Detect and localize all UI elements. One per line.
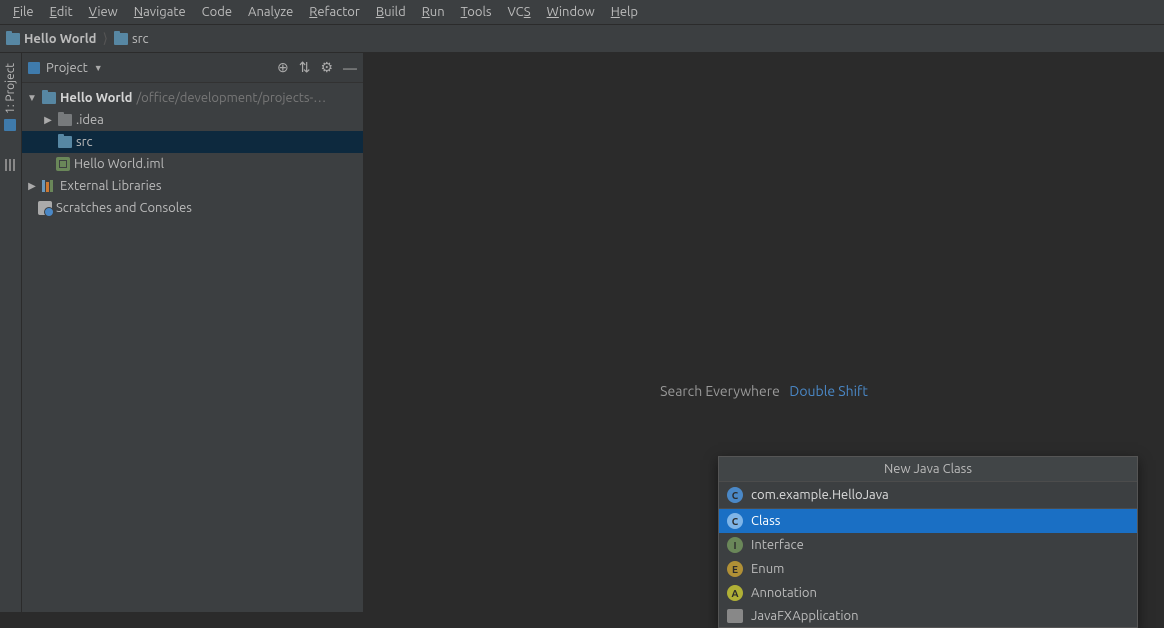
sidebar-header: Project ▼ ⊕ ⇅ ⚙ — [22, 53, 363, 83]
class-badge-icon: C [727, 487, 743, 503]
project-icon [28, 62, 40, 74]
javafx-icon [727, 609, 743, 623]
menu-help[interactable]: Help [604, 2, 645, 22]
expand-icon[interactable] [26, 92, 38, 104]
breadcrumb-folder-label: src [132, 32, 149, 46]
tree-iml[interactable]: Hello World.iml [22, 153, 363, 175]
menu-tools[interactable]: Tools [454, 2, 499, 22]
enum-badge-icon: E [727, 561, 743, 577]
hint-key: Double Shift [789, 383, 867, 399]
popup-item-label: Annotation [751, 586, 817, 600]
locate-icon[interactable]: ⊕ [277, 59, 289, 76]
class-name-input[interactable] [751, 488, 1129, 502]
tree-idea-label: .idea [76, 113, 104, 127]
popup-item-label: JavaFXApplication [751, 609, 859, 623]
breadcrumb-folder[interactable]: src [114, 32, 149, 46]
tree-scratches-label: Scratches and Consoles [56, 201, 192, 215]
menu-build[interactable]: Build [369, 2, 413, 22]
menu-file[interactable]: File [6, 2, 41, 22]
tree-root-label: Hello World [60, 91, 132, 105]
folder-icon [42, 92, 56, 104]
collapse-icon[interactable]: ⇅ [299, 59, 311, 76]
sidebar-title-label: Project [46, 61, 88, 75]
gear-icon[interactable]: ⚙ [320, 59, 333, 76]
scratches-icon [38, 201, 52, 215]
interface-badge-icon: I [727, 537, 743, 553]
popup-input-row: C [719, 482, 1137, 509]
breadcrumb-project-label: Hello World [24, 32, 96, 46]
menu-code[interactable]: Code [195, 2, 239, 22]
menu-navigate[interactable]: Navigate [127, 2, 193, 22]
popup-type-list: C Class I Interface E Enum A Annotation JavaFXAp… [719, 509, 1137, 627]
folder-icon [58, 136, 72, 148]
breadcrumb-sep: ⟩ [102, 30, 107, 47]
project-sidebar: Project ▼ ⊕ ⇅ ⚙ — Hello World /office/de… [22, 53, 364, 612]
tree-scratches[interactable]: Scratches and Consoles [22, 197, 363, 219]
expand-icon[interactable] [42, 114, 54, 126]
chevron-down-icon: ▼ [94, 63, 103, 73]
editor-area: Search Everywhere Double Shift New Java … [364, 53, 1164, 612]
hint-label: Search Everywhere [660, 383, 780, 399]
sidebar-actions: ⊕ ⇅ ⚙ — [277, 59, 357, 76]
new-class-popup: New Java Class C C Class I Interface E Enum AA… [718, 456, 1138, 628]
structure-icon [5, 159, 17, 171]
menubar: FileEditViewNavigateCodeAnalyzeRefactorB… [0, 0, 1164, 25]
gutter-tab-project[interactable]: 1: Project [4, 61, 17, 133]
tree-external-label: External Libraries [60, 179, 162, 193]
tree-external[interactable]: External Libraries [22, 175, 363, 197]
menu-edit[interactable]: Edit [43, 2, 80, 22]
annotation-badge-icon: A [727, 585, 743, 601]
menu-vcs[interactable]: VCS [501, 2, 538, 22]
folder-icon [114, 33, 128, 45]
project-tree: Hello World /office/development/projects… [22, 83, 363, 223]
breadcrumb-project[interactable]: Hello World [6, 32, 96, 46]
tree-idea[interactable]: .idea [22, 109, 363, 131]
popup-item-label: Enum [751, 562, 784, 576]
menu-window[interactable]: Window [540, 2, 602, 22]
menu-run[interactable]: Run [415, 2, 452, 22]
popup-item-enum[interactable]: E Enum [719, 557, 1137, 581]
popup-item-annotation[interactable]: A Annotation [719, 581, 1137, 605]
tree-src[interactable]: ▶ src [22, 131, 363, 153]
popup-title: New Java Class [719, 457, 1137, 482]
search-hint: Search Everywhere Double Shift [660, 383, 868, 399]
tree-iml-label: Hello World.iml [74, 157, 164, 171]
menu-refactor[interactable]: Refactor [302, 2, 367, 22]
left-gutter: 1: Project [0, 53, 22, 612]
popup-item-interface[interactable]: I Interface [719, 533, 1137, 557]
breadcrumb: Hello World ⟩ src [0, 25, 1164, 53]
hide-icon[interactable]: — [343, 60, 357, 76]
menu-view[interactable]: View [82, 2, 125, 22]
module-icon [56, 157, 70, 171]
libraries-icon [42, 180, 56, 192]
popup-item-label: Interface [751, 538, 804, 552]
folder-icon [6, 33, 20, 45]
menu-analyze[interactable]: Analyze [241, 2, 300, 22]
folder-icon [58, 114, 72, 126]
gutter-tab-project-label: 1: Project [4, 63, 17, 114]
popup-item-javafxapplication[interactable]: JavaFXApplication [719, 605, 1137, 627]
popup-item-label: Class [751, 514, 780, 528]
project-icon [5, 119, 17, 131]
tree-root-path: /office/development/projects-… [136, 91, 326, 105]
tree-src-label: src [76, 135, 93, 149]
sidebar-view-selector[interactable]: Project ▼ [28, 61, 103, 75]
expand-icon[interactable] [26, 180, 38, 192]
gutter-tab-structure[interactable] [5, 153, 17, 174]
tree-root[interactable]: Hello World /office/development/projects… [22, 87, 363, 109]
popup-item-class[interactable]: C Class [719, 509, 1137, 533]
class-badge-icon: C [727, 513, 743, 529]
